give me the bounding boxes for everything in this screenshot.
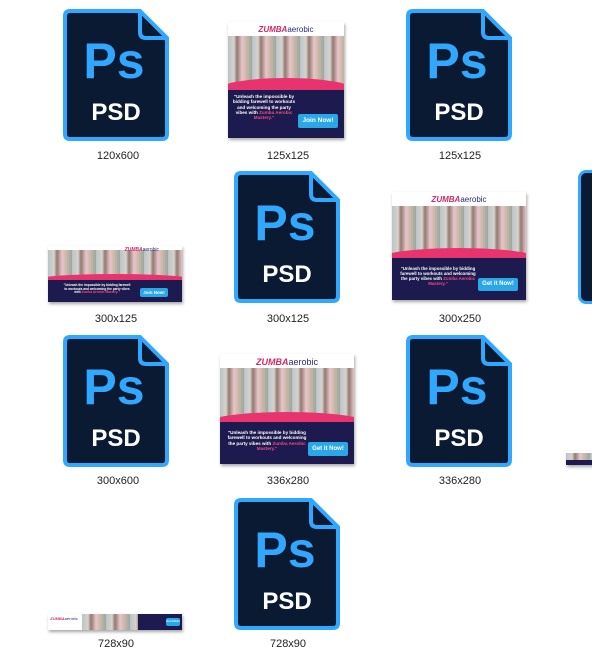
file-name-label: 125x125	[266, 150, 310, 162]
banner-thumbnail: ZUMBAaerobic "Unleash the impossible by …	[392, 192, 526, 300]
svg-text:Ps: Ps	[254, 195, 315, 251]
file-item[interactable]: Ps PSD	[233, 497, 343, 653]
photoshop-document-icon: Ps PSD	[233, 170, 341, 304]
file-item[interactable]: ZUMBAaerobic Get it Now!	[46, 612, 184, 632]
file-item[interactable]: ZUMBAaerobic "Unleash the impossible by …	[226, 22, 346, 140]
svg-text:PSD: PSD	[91, 425, 140, 452]
svg-text:Ps: Ps	[83, 33, 144, 89]
join-now-button: Join Now!	[298, 114, 338, 128]
svg-text:PSD: PSD	[434, 425, 483, 452]
file-item[interactable]: ZUMBAaerobic "Unleash the impossible by …	[46, 244, 184, 304]
banner-thumbnail: ZUMBAaerobic "Unleash the impossible by …	[48, 246, 182, 302]
file-item[interactable]: Ps PSD	[405, 334, 515, 490]
file-name-label: 120x600	[96, 150, 140, 162]
file-name-label: 300x125	[266, 313, 310, 325]
banner-thumbnail-partial[interactable]	[566, 451, 592, 465]
svg-text:Ps: Ps	[83, 359, 144, 415]
file-item[interactable]: ZUMBAaerobic "Unleash the impossible by …	[218, 352, 356, 466]
banner-thumbnail: ZUMBAaerobic Get it Now!	[48, 614, 182, 630]
banner-thumbnail: ZUMBAaerobic "Unleash the impossible by …	[220, 354, 354, 464]
photoshop-document-icon: Ps PSD	[405, 334, 513, 468]
banner-thumbnail: ZUMBAaerobic "Unleash the impossible by …	[228, 22, 344, 138]
file-item[interactable]: ZUMBAaerobic "Unleash the impossible by …	[390, 190, 528, 302]
photoshop-document-icon: Ps PSD	[405, 8, 513, 142]
svg-text:Ps: Ps	[254, 522, 315, 578]
file-name-label: 336x280	[438, 475, 482, 487]
join-now-button: Join Now!	[140, 288, 168, 297]
svg-text:PSD: PSD	[262, 588, 311, 615]
file-explorer-icon-view: Ps PSD 120x600 ZUMBAaerobic "Unleash the…	[0, 0, 592, 665]
svg-text:PSD: PSD	[262, 261, 311, 288]
file-name-label: 125x125	[438, 150, 482, 162]
svg-text:PSD: PSD	[434, 99, 483, 126]
get-it-now-button: Get it Now!	[166, 618, 180, 626]
get-it-now-button: Get it Now!	[478, 278, 518, 291]
file-name-label: 300x125	[94, 313, 138, 325]
file-name-label: 300x250	[438, 313, 482, 325]
photoshop-document-icon: Ps PSD	[233, 497, 341, 631]
file-item[interactable]: Ps PSD	[62, 334, 172, 490]
file-item[interactable]: Ps PSD	[233, 170, 343, 326]
file-item[interactable]: Ps PSD	[405, 8, 515, 164]
file-item[interactable]: Ps PSD	[62, 8, 172, 164]
svg-text:Ps: Ps	[426, 359, 487, 415]
svg-text:PSD: PSD	[91, 99, 140, 126]
svg-text:Ps: Ps	[426, 33, 487, 89]
get-it-now-button: Get it Now!	[308, 442, 348, 456]
photoshop-document-icon: Ps PSD	[62, 334, 170, 468]
file-name-label: 300x600	[96, 475, 140, 487]
photoshop-document-icon-partial[interactable]	[578, 170, 592, 304]
file-name-label: 728x90	[97, 638, 135, 650]
photoshop-document-icon: Ps PSD	[62, 8, 170, 142]
file-name-label: 336x280	[266, 475, 310, 487]
file-name-label: 728x90	[269, 638, 307, 650]
